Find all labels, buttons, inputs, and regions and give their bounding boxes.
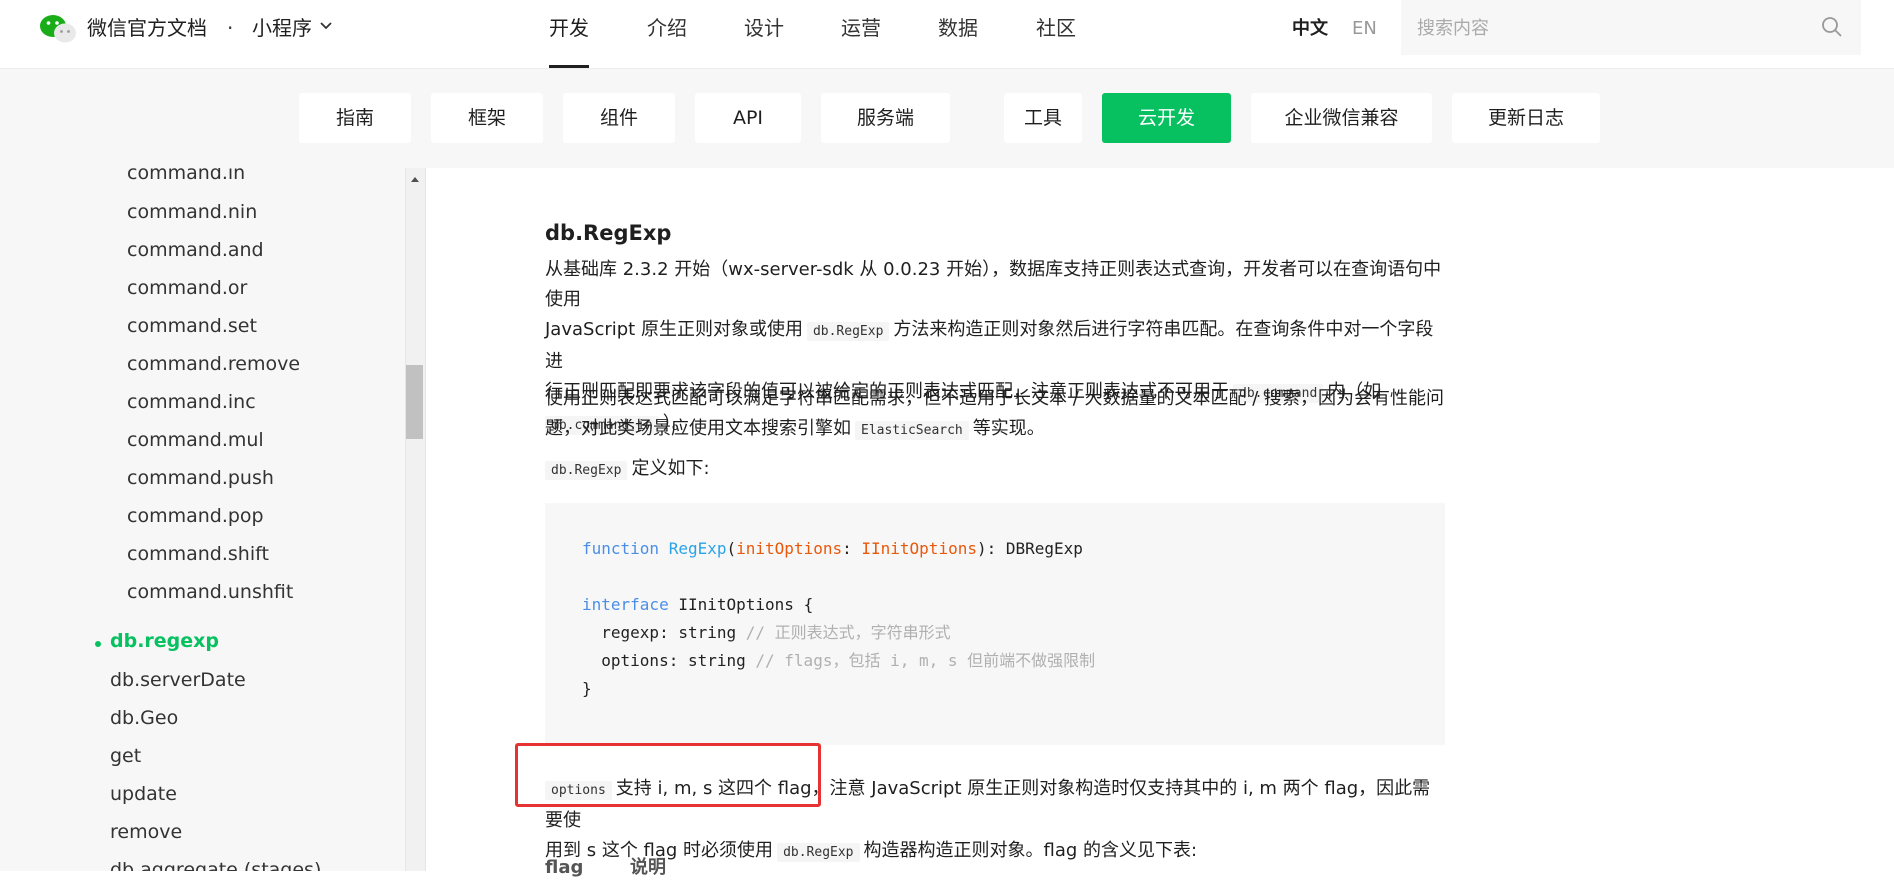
- sidebar-nav: command.in command.nin command.and comma…: [0, 168, 405, 871]
- category-framework[interactable]: 框架: [431, 93, 543, 143]
- code-line-1: function RegExp(initOptions: IInitOption…: [582, 535, 1083, 563]
- sidebar-item-command-nin[interactable]: command.nin: [127, 199, 257, 225]
- sidebar-item-db-geo[interactable]: db.Geo: [110, 705, 178, 731]
- code-function-name: RegExp: [668, 539, 727, 558]
- table-header-desc: 说明: [630, 857, 666, 878]
- category-components[interactable]: 组件: [563, 93, 675, 143]
- brand-title[interactable]: 微信官方文档: [87, 14, 207, 42]
- code-line-4: options: string // flags，包括 i, m, s 但前端不…: [582, 647, 1095, 675]
- code-return: ): DBRegExp: [976, 539, 1083, 558]
- sidebar-divider: [425, 168, 426, 871]
- sidebar-item-command-and[interactable]: command.and: [127, 237, 264, 263]
- code-closing-brace: }: [582, 679, 592, 698]
- active-item-dot: [95, 641, 101, 647]
- code-line-5: }: [582, 675, 592, 703]
- active-nav-indicator: [549, 65, 589, 68]
- definition-intro: db.RegExp 定义如下:: [545, 454, 1445, 486]
- inline-code-db-regexp-def: db.RegExp: [545, 461, 628, 480]
- code-colon: :: [842, 539, 862, 558]
- p2-text2: 题，对此类场景应使用文本搜索引擎如: [545, 418, 851, 439]
- sidebar-item-command-pop[interactable]: command.pop: [127, 503, 264, 529]
- category-guide[interactable]: 指南: [299, 93, 411, 143]
- code-line-3: regexp: string // 正则表达式，字符串形式: [582, 619, 951, 647]
- code-paren: (: [726, 539, 737, 558]
- code-line-2: interface IInitOptions {: [582, 591, 813, 619]
- nav-dev[interactable]: 开发: [549, 14, 589, 42]
- p2-line1: 使用正则表达式匹配可以满足字符串匹配需求，但不适用于长文本 / 大数据量的文本匹…: [545, 388, 1445, 409]
- nav-community[interactable]: 社区: [1036, 14, 1076, 42]
- p2-text3: 等实现。: [972, 418, 1045, 439]
- chevron-down-icon[interactable]: [320, 22, 332, 30]
- code-comment-options: // flags，包括 i, m, s 但前端不做强限制: [755, 651, 1096, 670]
- nav-data[interactable]: 数据: [938, 14, 978, 42]
- brand-separator: ·: [227, 16, 234, 40]
- sidebar-item-command-set[interactable]: command.set: [127, 313, 257, 339]
- lang-en[interactable]: EN: [1352, 16, 1377, 42]
- scroll-up-arrow-icon[interactable]: [406, 172, 424, 186]
- sidebar-item-remove[interactable]: remove: [110, 819, 182, 845]
- search-icon[interactable]: [1821, 16, 1843, 38]
- sidebar-item-command-remove[interactable]: command.remove: [127, 351, 300, 377]
- p1-line1: 从基础库 2.3.2 开始（wx-server-sdk 从 0.0.23 开始）…: [545, 259, 1442, 310]
- sidebar-item-command-inc[interactable]: command.inc: [127, 389, 256, 415]
- category-cloud-dev[interactable]: 云开发: [1102, 93, 1231, 143]
- category-server[interactable]: 服务端: [821, 93, 950, 143]
- sidebar-item-db-aggregate[interactable]: db.aggregate (stages): [110, 857, 321, 871]
- sidebar-item-command-in[interactable]: command.in: [127, 168, 245, 186]
- section-title: db.RegExp: [545, 221, 672, 245]
- code-regexp-field: regexp: string: [582, 623, 746, 642]
- code-type: IInitOptions: [861, 539, 977, 558]
- code-comment-regexp: // 正则表达式，字符串形式: [745, 623, 951, 642]
- category-wecom-compat[interactable]: 企业微信兼容: [1251, 93, 1432, 143]
- sidebar-scrollbar[interactable]: [405, 168, 425, 871]
- sidebar-item-get[interactable]: get: [110, 743, 141, 769]
- code-param: initOptions: [736, 539, 843, 558]
- perf-note-paragraph: 使用正则表达式匹配可以满足字符串匹配需求，但不适用于长文本 / 大数据量的文本匹…: [545, 384, 1445, 446]
- top-header: 微信官方文档 · 小程序 开发 介绍 设计 运营 数据 社区 中文 EN: [0, 0, 1894, 69]
- code-keyword: function: [582, 539, 660, 558]
- sidebar-item-command-mul[interactable]: command.mul: [127, 427, 264, 453]
- p4-text3: 构造器构造正则对象。flag 的含义见下表:: [863, 840, 1198, 861]
- sidebar-item-update[interactable]: update: [110, 781, 177, 807]
- nav-design[interactable]: 设计: [744, 14, 784, 42]
- sidebar-item-db-regexp[interactable]: db.regexp: [110, 628, 219, 654]
- search-box: [1401, 0, 1861, 55]
- sidebar-item-command-shift[interactable]: command.shift: [127, 541, 269, 567]
- sidebar-item-command-unshfit[interactable]: command.unshfit: [127, 579, 293, 605]
- sidebar-item-command-push[interactable]: command.push: [127, 465, 274, 491]
- table-header-flag: flag: [545, 857, 584, 878]
- nav-operation[interactable]: 运营: [841, 14, 881, 42]
- category-changelog[interactable]: 更新日志: [1452, 93, 1600, 143]
- nav-intro[interactable]: 介绍: [647, 14, 687, 42]
- p1-text2: JavaScript 原生正则对象或使用: [545, 319, 803, 340]
- code-keyword-interface: interface: [582, 595, 669, 614]
- search-input[interactable]: [1415, 12, 1799, 44]
- inline-code-elasticsearch: ElasticSearch: [855, 421, 969, 440]
- sidebar-item-db-serverdate[interactable]: db.serverDate: [110, 667, 246, 693]
- category-tools[interactable]: 工具: [1004, 93, 1082, 143]
- sidebar-item-command-or[interactable]: command.or: [127, 275, 247, 301]
- code-interface-name: IInitOptions {: [668, 595, 814, 614]
- p3-text: 定义如下:: [631, 458, 710, 479]
- product-switcher[interactable]: 小程序: [252, 14, 312, 42]
- inline-code-db-regexp: db.RegExp: [806, 322, 890, 341]
- wechat-logo-icon[interactable]: [38, 13, 78, 45]
- category-bar: 指南 框架 组件 API 服务端 工具 云开发 企业微信兼容 更新日志: [0, 69, 1894, 168]
- inline-code-db-regexp-ctor: db.RegExp: [777, 843, 860, 862]
- annotation-highlight-box: [515, 743, 821, 807]
- code-options-field: options: string: [582, 651, 756, 670]
- scrollbar-thumb[interactable]: [406, 365, 423, 439]
- category-api[interactable]: API: [695, 93, 801, 143]
- lang-zh[interactable]: 中文: [1292, 16, 1328, 42]
- code-block: function RegExp(initOptions: IInitOption…: [545, 503, 1445, 745]
